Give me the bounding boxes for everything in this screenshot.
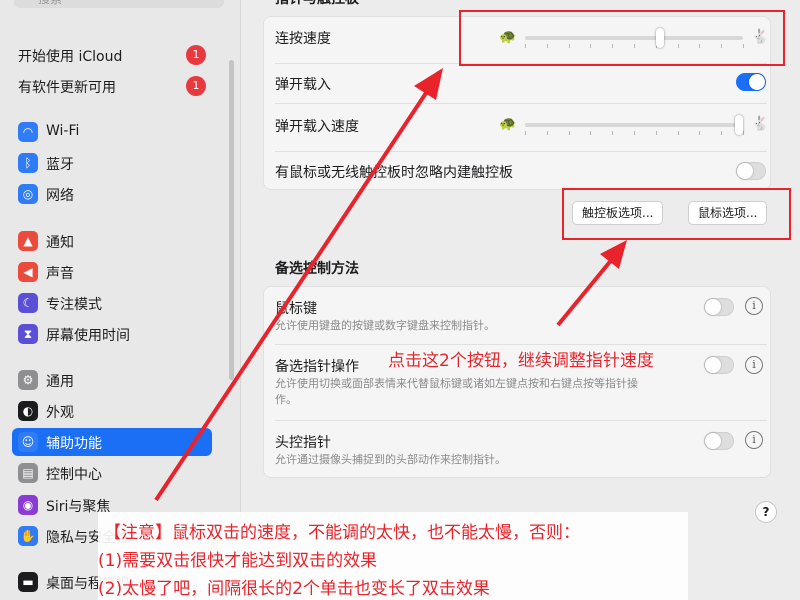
annotation-note-line3: (2)太慢了吧，间隔很长的2个单击也变长了双击效果 bbox=[98, 579, 490, 599]
annotation-arrows bbox=[154, 68, 627, 502]
annotation-note-line2: (1)需要双击很快才能达到双击的效果 bbox=[98, 551, 378, 571]
annotation-buttons-note: 点击这2个按钮，继续调整指针速度 bbox=[388, 351, 654, 371]
annotation-note-line1: 【注意】鼠标双击的速度，不能调的太快，也不能太慢，否则： bbox=[104, 523, 580, 543]
